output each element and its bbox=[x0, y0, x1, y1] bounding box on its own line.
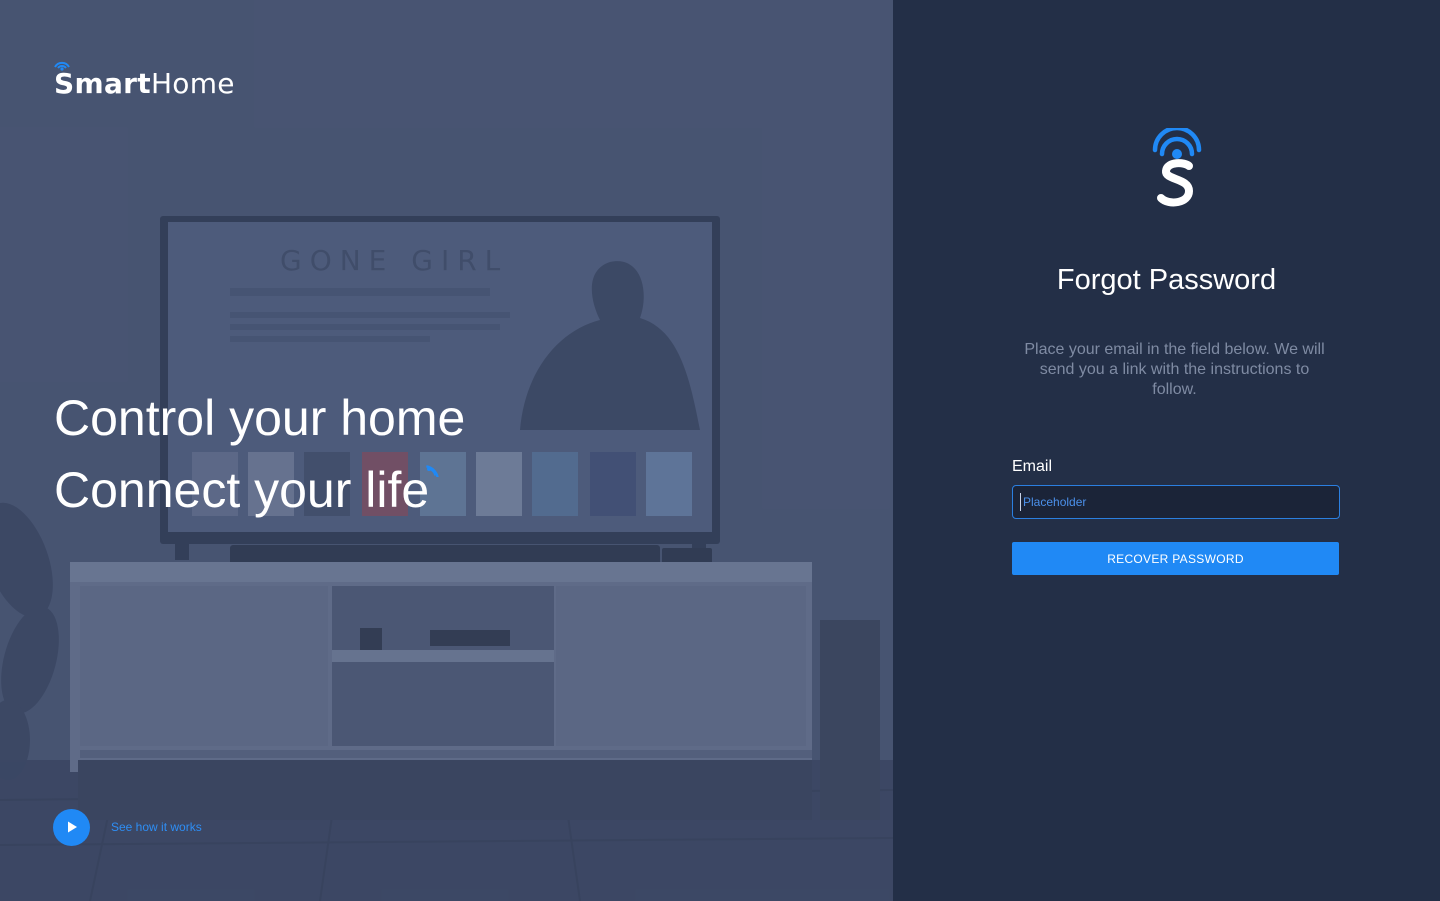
brand-name-bold: Smart bbox=[54, 61, 151, 100]
email-field[interactable] bbox=[1012, 485, 1340, 519]
forgot-password-panel: Forgot Password Place your email in the … bbox=[893, 0, 1440, 901]
instructions-text: Place your email in the field below. We … bbox=[1024, 341, 1325, 398]
page-title: Forgot Password bbox=[1056, 264, 1277, 296]
brand-name-light: Home bbox=[150, 67, 235, 100]
text-caret bbox=[1020, 493, 1021, 511]
hero-section: GONE GIRL Smart Home Control your home C… bbox=[0, 0, 893, 901]
headline-line-1: Control your home bbox=[54, 390, 466, 446]
play-icon bbox=[67, 821, 77, 833]
wifi-s-logo-icon bbox=[1152, 128, 1202, 207]
headline-line-2-text: Connect your life bbox=[54, 462, 430, 518]
wifi-s-logo-icon bbox=[54, 61, 70, 71]
headline-line-2: Connect your life bbox=[54, 454, 465, 526]
wifi-signal-icon bbox=[426, 465, 440, 477]
hero-headline: Control your home Connect your life bbox=[54, 382, 465, 526]
email-label: Email bbox=[1012, 458, 1053, 475]
see-how-it-works-link[interactable]: See how it works bbox=[53, 808, 202, 846]
video-link-label[interactable]: See how it works bbox=[111, 820, 202, 834]
forgot-password-page: GONE GIRL Smart Home Control your home C… bbox=[0, 0, 1440, 901]
brand-logo[interactable]: Smart Home bbox=[54, 60, 235, 100]
recover-password-button[interactable]: RECOVER PASSWORD bbox=[1012, 542, 1339, 575]
play-button[interactable] bbox=[53, 808, 90, 846]
